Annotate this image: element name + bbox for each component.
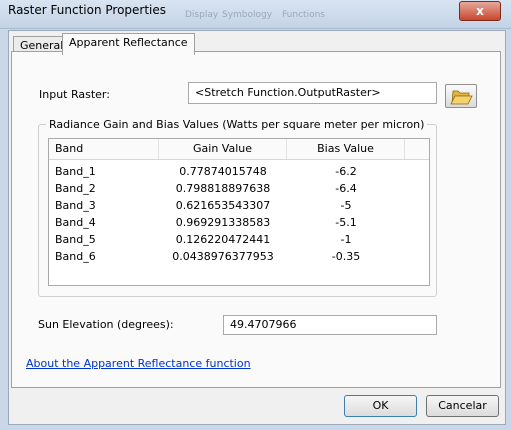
band-cell: Band_4 [55,216,96,229]
band-cell: Band_3 [55,199,96,212]
band-cell: Band_1 [55,165,96,178]
bias-cell: -5 [340,199,352,212]
browse-button[interactable] [445,84,477,108]
gain-cell: 0.969291338583 [175,216,271,229]
table-header: Band Gain Value Bias Value [49,139,429,160]
gain-bias-table[interactable]: Band Gain Value Bias Value Band_1 0.7787… [48,138,430,286]
column-header-bias[interactable]: Bias Value [287,139,405,159]
input-raster-label: Input Raster: [39,88,110,101]
ok-button[interactable]: OK [344,395,417,417]
bias-cell: -0.35 [331,250,361,263]
table-row[interactable]: Band_5 0.126220472441 -1 [49,231,429,248]
column-header-gain[interactable]: Gain Value [159,139,287,159]
background-tab-display: Display [185,10,219,20]
close-button[interactable]: x [459,1,501,21]
bias-cell: -6.2 [335,165,357,178]
title-bar[interactable]: Raster Function Properties Display Symbo… [0,0,511,29]
sun-elevation-field[interactable]: 49.4707966 [223,315,437,335]
gain-cell: 0.0438976377953 [172,250,274,263]
band-cell: Band_2 [55,182,96,195]
band-cell: Band_5 [55,233,96,246]
bias-cell: -5.1 [335,216,357,229]
band-cell: Band_6 [55,250,96,263]
tab-apparent-reflectance-label: Apparent Reflectance [69,36,188,49]
column-header-band[interactable]: Band [49,139,159,159]
table-row[interactable]: Band_1 0.77874015748 -6.2 [49,163,429,180]
cancel-button[interactable]: Cancelar [426,395,499,417]
bias-cell: -6.4 [335,182,357,195]
close-icon: x [476,4,484,18]
window-title: Raster Function Properties [8,3,167,17]
gain-cell: 0.77874015748 [179,165,267,178]
tab-apparent-reflectance[interactable]: Apparent Reflectance [62,33,195,55]
bias-cell: -1 [340,233,352,246]
gain-cell: 0.621653543307 [175,199,271,212]
table-row[interactable]: Band_6 0.0438976377953 -0.35 [49,248,429,265]
background-tab-functions: Functions [282,10,325,20]
help-link[interactable]: About the Apparent Reflectance function [26,357,251,370]
table-row[interactable]: Band_4 0.969291338583 -5.1 [49,214,429,231]
table-row[interactable]: Band_2 0.798818897638 -6.4 [49,180,429,197]
open-folder-icon [450,90,473,105]
input-raster-field[interactable]: <Stretch Function.OutputRaster> [188,82,437,104]
sun-elevation-label: Sun Elevation (degrees): [38,318,174,331]
background-tab-symbology: Symbology [222,10,273,20]
gain-cell: 0.126220472441 [175,233,271,246]
gain-cell: 0.798818897638 [175,182,271,195]
table-row[interactable]: Band_3 0.621653543307 -5 [49,197,429,214]
radiance-group-title: Radiance Gain and Bias Values (Watts per… [46,118,428,131]
